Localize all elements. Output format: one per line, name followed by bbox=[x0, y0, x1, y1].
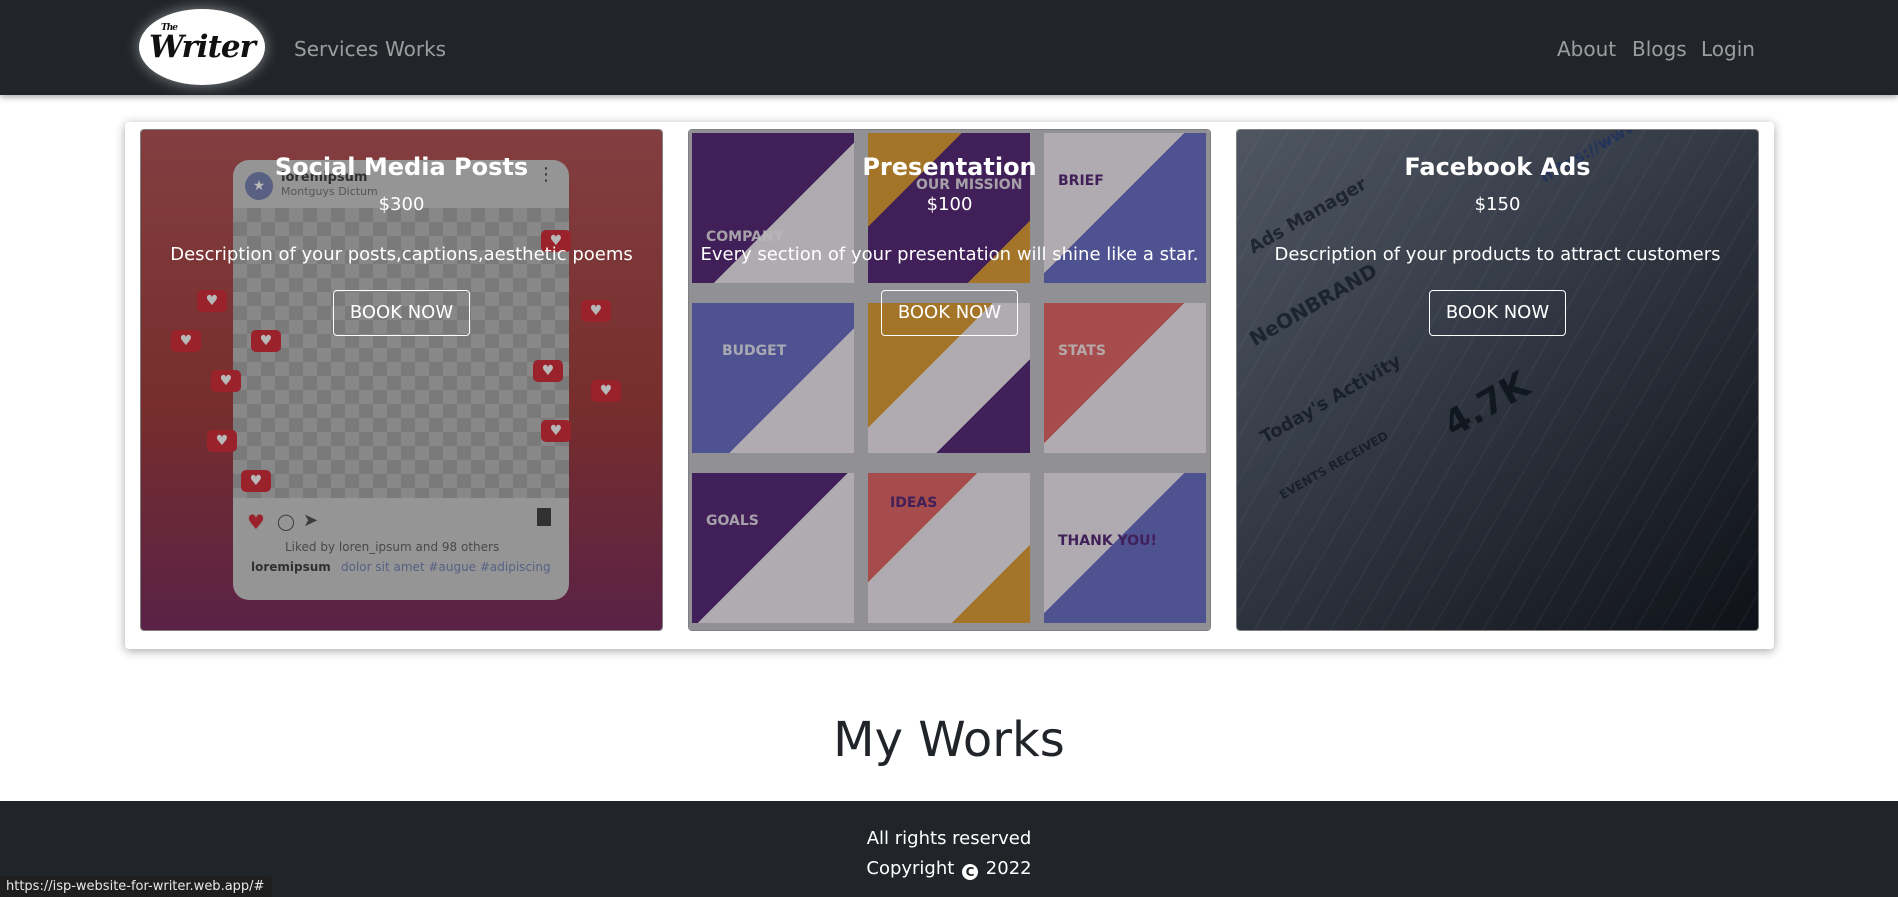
card-title: Presentation bbox=[862, 153, 1037, 181]
book-now-button[interactable]: BOOK NOW bbox=[332, 290, 471, 336]
nav-link-blogs[interactable]: Blogs bbox=[1632, 36, 1687, 62]
book-now-button[interactable]: BOOK NOW bbox=[1428, 290, 1567, 336]
card-description: Description of your posts,captions,aesth… bbox=[170, 244, 633, 265]
nav-link-works[interactable]: Works bbox=[385, 36, 446, 62]
copyright-label: Copyright bbox=[866, 858, 955, 879]
card-title: Facebook Ads bbox=[1404, 153, 1591, 181]
nav-link-about[interactable]: About bbox=[1557, 36, 1616, 62]
card-body: Facebook Ads $150 Description of your pr… bbox=[1237, 130, 1758, 336]
service-card-social-media: ★ loremipsum Montguys Dictum ⋮ ♥ ◯ ➤ Lik… bbox=[140, 129, 663, 631]
brand-logo[interactable]: The Writer bbox=[139, 9, 265, 85]
card-description: Every section of your presentation will … bbox=[700, 244, 1199, 265]
card-title: Social Media Posts bbox=[274, 153, 529, 181]
book-now-button[interactable]: BOOK NOW bbox=[880, 290, 1019, 336]
navbar: The Writer Services Works About Blogs Lo… bbox=[0, 0, 1898, 95]
logo-small-text: The bbox=[161, 23, 178, 33]
copyright-year: 2022 bbox=[985, 858, 1032, 879]
card-body: Social Media Posts $300 Description of y… bbox=[141, 130, 662, 336]
card-price: $300 bbox=[378, 194, 425, 215]
card-body: Presentation $100 Every section of your … bbox=[689, 130, 1210, 336]
card-price: $150 bbox=[1474, 194, 1521, 215]
service-card-presentation: COMPANY OUR MISSION BRIEF BUDGET STATS G… bbox=[688, 129, 1211, 631]
card-price: $100 bbox=[926, 194, 973, 215]
footer-rights: All rights reserved bbox=[866, 828, 1032, 849]
status-bar-url: https://isp-website-for-writer.web.app/# bbox=[0, 876, 273, 897]
service-card-facebook-ads: https://www.facebook.com Ads Manager NeO… bbox=[1236, 129, 1759, 631]
copyright-icon: C bbox=[962, 864, 979, 880]
footer: All rights reserved Copyright C 2022 bbox=[0, 801, 1898, 897]
nav-link-services[interactable]: Services bbox=[294, 36, 378, 62]
services-panel: ★ loremipsum Montguys Dictum ⋮ ♥ ◯ ➤ Lik… bbox=[125, 122, 1774, 649]
card-description: Description of your products to attract … bbox=[1274, 244, 1721, 265]
logo-text: Writer bbox=[149, 29, 256, 65]
footer-copyright: Copyright C 2022 bbox=[0, 857, 1898, 881]
works-heading: My Works bbox=[833, 712, 1065, 768]
nav-link-login[interactable]: Login bbox=[1701, 36, 1755, 62]
logo-wordmark: The Writer bbox=[149, 23, 256, 65]
